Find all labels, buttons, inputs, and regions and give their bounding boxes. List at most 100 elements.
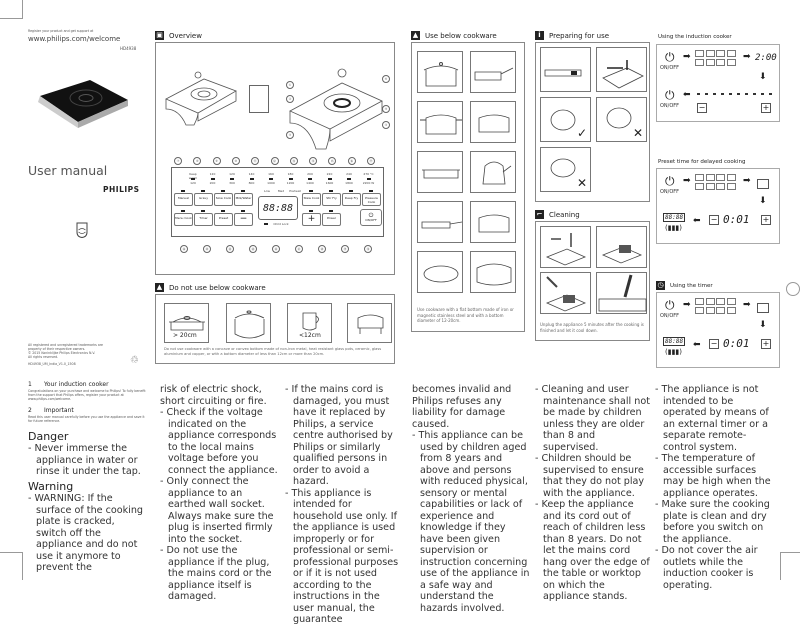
philips-url[interactable]: www.philips.com/welcome: [28, 35, 120, 43]
indicator-led: [210, 178, 215, 180]
plus-button[interactable]: +: [761, 215, 771, 225]
menu-cook-button[interactable]: Menu Cook: [174, 213, 193, 226]
temperature-label: 160: [268, 172, 274, 176]
arrow-right-icon: ➡: [743, 300, 751, 310]
level-label: Low: [264, 189, 270, 193]
child-lock-led: [264, 223, 268, 225]
minus-button[interactable]: −: [234, 213, 253, 226]
power-label: 1200: [286, 181, 295, 185]
control-button[interactable]: Milk/Water: [234, 193, 253, 206]
minus-button[interactable]: −: [697, 103, 707, 113]
control-button[interactable]: Stir Fry: [322, 193, 341, 206]
panel-callout: ㉔: [226, 245, 234, 253]
control-button[interactable]: Gravy: [194, 193, 213, 206]
timer-button[interactable]: Timer: [194, 213, 213, 226]
bullet-item: - This appliance can be used by children…: [412, 430, 530, 614]
menu-buttons-grid: [695, 50, 736, 66]
power-label: 200: [209, 181, 216, 185]
panel-callout: ㉓: [249, 245, 257, 253]
body-column-3: becomes invalid and Philips refuses any …: [412, 384, 530, 614]
power-icon: ⏻: [665, 174, 675, 188]
use-below-caption: Use cookware with a flat bottom made of …: [417, 307, 514, 323]
plus-button[interactable]: +: [761, 103, 771, 113]
control-button[interactable]: Stew Cook: [302, 193, 321, 206]
model-number: HD4938: [120, 46, 137, 51]
button-led: [241, 190, 245, 192]
wok-picture: [417, 151, 463, 193]
faucet-icon: ⌐: [535, 210, 544, 219]
wipe-picture: [596, 226, 647, 268]
temperature-label: 140: [248, 172, 255, 176]
body-column-1: risk of electric shock, short circuiting…: [160, 384, 278, 603]
detergent-picture: [540, 272, 591, 314]
cooker-photo: [30, 78, 130, 133]
wide-pan-picture: > 20cm: [164, 303, 209, 343]
small-cup-picture: <12cm: [287, 303, 332, 343]
display-screen: 88:88: [258, 196, 298, 220]
button-led: [329, 210, 333, 212]
onoff-button[interactable]: ⏻ ON/OFF: [360, 209, 382, 226]
bullet-item: - The temperature of accessible surfaces…: [655, 453, 771, 499]
body-column-4: - Cleaning and user maintenance shall no…: [535, 384, 650, 603]
doc-code: HD4938_UM_India_V1.0_1508: [28, 362, 76, 366]
incorrect-tilted-picture: ✕: [540, 147, 591, 192]
plus-button[interactable]: +: [761, 339, 771, 349]
cleaning-box: Unplug the appliance 5 minutes after the…: [535, 221, 650, 341]
control-button[interactable]: Slow Cook: [214, 193, 233, 206]
preset-button[interactable]: Preset: [214, 213, 233, 226]
power-label: 2200 W: [362, 181, 375, 185]
bullet-item: - Keep the appliance and its cord out of…: [535, 499, 650, 602]
cookware-icon: ▲: [411, 31, 420, 40]
power-button[interactable]: Power: [322, 213, 341, 226]
callout-5: ⑤: [382, 105, 390, 113]
panel-callout: ⑨: [212, 157, 221, 165]
minus-button[interactable]: −: [709, 339, 719, 349]
control-button[interactable]: Deep Fry: [342, 193, 361, 206]
body-column-2: - If the mains cord is damaged, you must…: [285, 384, 400, 626]
register-text: Register your product and get support at: [28, 29, 94, 33]
cookware-icon: ▲: [155, 283, 164, 292]
arrow-left-icon: ⬅: [683, 90, 691, 100]
panel-callout: ⑮: [328, 157, 337, 165]
preset-button[interactable]: [757, 179, 769, 189]
unplug-picture: [540, 226, 591, 268]
plus-button[interactable]: +: [302, 213, 321, 226]
indicator-led: [327, 178, 332, 180]
brush-vents-picture: [596, 272, 647, 314]
arrow-right-icon: ➡: [743, 176, 751, 186]
indicator-led: [288, 178, 293, 180]
power-label: 300: [229, 181, 235, 185]
panel-callout: ㉒: [272, 245, 280, 253]
display-readout: 0:01: [723, 213, 750, 226]
clock-icon: ◷: [656, 281, 665, 290]
callout-2: ②: [286, 95, 294, 103]
arrow-right-icon: ➡: [683, 176, 691, 186]
minus-button[interactable]: −: [709, 215, 719, 225]
stockpot-picture: [417, 51, 463, 93]
section-2: 2 Important Read this user manual careful…: [28, 407, 145, 423]
preset-heading: Preset time for delayed cooking: [658, 159, 746, 165]
child-lock-label: Child Lock: [273, 222, 289, 226]
panel-callout: ⑲: [341, 245, 349, 253]
button-led: [329, 190, 333, 192]
control-button[interactable]: Pressure Cook: [362, 193, 381, 206]
saucepan-picture: [470, 201, 516, 243]
button-led: [201, 210, 205, 212]
registration-mark: [786, 282, 800, 296]
panel-callout: ⑱: [364, 245, 372, 253]
power-label: 1800: [345, 181, 353, 185]
temperature-label: 120: [209, 172, 216, 176]
info-icon: i: [535, 31, 544, 40]
control-button[interactable]: Manual: [174, 193, 193, 206]
large-pot-picture: [226, 303, 271, 343]
display-readout: 2:00: [755, 53, 777, 63]
cooker-drawing-large: [289, 68, 383, 150]
body-column-5: - The appliance is not intended to be op…: [655, 384, 773, 591]
use-below-heading: ▲ Use below cookware: [411, 31, 497, 40]
temperature-label: 120: [229, 172, 235, 176]
check-icon: ✓: [576, 126, 587, 140]
timer-button[interactable]: [757, 303, 769, 313]
panel-callout: ⑬: [289, 157, 298, 165]
crop-mark-tl: [0, 0, 23, 19]
dutch-oven-picture: [470, 251, 516, 293]
